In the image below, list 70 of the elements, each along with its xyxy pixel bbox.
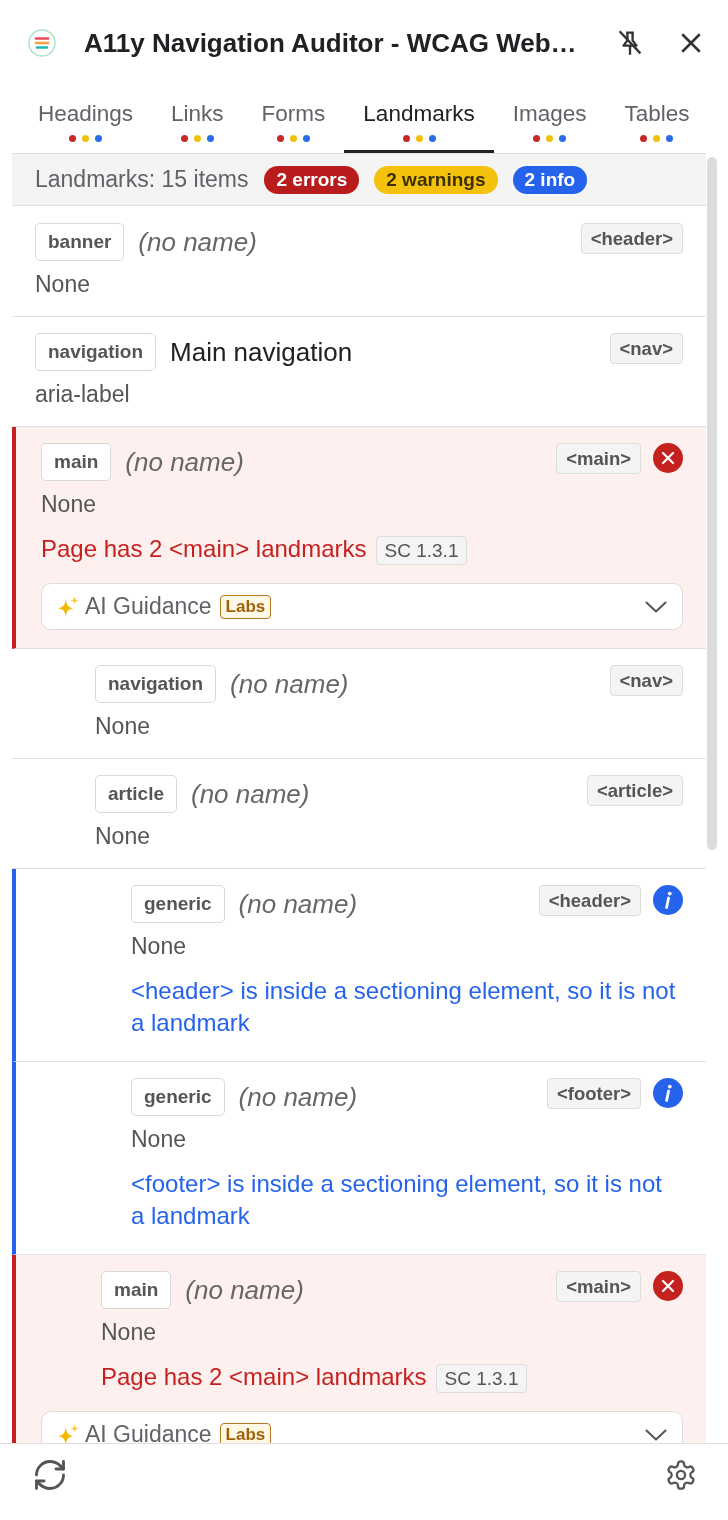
pin-slash-icon[interactable] [618,30,642,56]
name-source: None [101,1318,157,1347]
issue-message: Page has 2 <main> landmarks [41,535,367,562]
landmark-name: (no name) [238,1081,358,1115]
warning-count-badge: 2 warnings [374,165,498,194]
element-tag: <main> [556,443,641,474]
tab[interactable]: Forms [242,86,345,153]
name-source: aria-label [35,380,131,408]
chevron-icon [645,600,667,613]
window-title: A11y Navigation Auditor - WCAG Web… [84,27,578,59]
landmark-row[interactable]: main (no name) <main> None Page has 2 <main> landmarks SC 1.3.1 AI Guidance Labs [12,427,706,650]
ai-guidance-toggle[interactable]: AI Guidance Labs [41,1411,683,1443]
issue-message: Page has 2 <main> landmarks [101,1363,427,1391]
landmark-name: (no name) [238,888,358,922]
landmark-row[interactable]: generic (no name) <header> None <header> is inside a sectioning element, so it is not a landmark [12,869,706,1063]
labs-badge: Labs [219,1422,272,1443]
criterion-tag: SC 1.3.1 [375,536,468,566]
element-tag: <header> [538,885,641,917]
landmark-name: (no name) [185,1274,304,1308]
landmark-name: (no name) [138,226,257,259]
close-icon[interactable] [681,33,701,53]
info-icon [653,1078,683,1109]
tab[interactable]: Images [493,86,606,153]
criterion-tag: SC 1.3.1 [435,1364,528,1394]
element-tag: <nav> [609,665,683,697]
tab[interactable]: Tables [605,86,709,153]
element-tag: <header> [580,223,683,254]
landmark-name: (no name) [230,668,349,702]
issue-message: <footer> is inside a sectioning element, so it is not a landmark [131,1170,662,1230]
settings-icon[interactable] [667,1459,695,1490]
name-source: None [131,1125,187,1154]
landmark-row[interactable]: generic (no name) <footer> None <footer> is inside a sectioning element, so it is not a landmark [12,1062,706,1256]
element-tag: <nav> [609,333,683,364]
ai-guidance-toggle[interactable]: AI Guidance Labs [41,583,683,631]
tab[interactable]: Headings [19,86,153,153]
issue-message: <header> is inside a sectioning element, so it is not a landmark [131,977,676,1037]
name-source: None [131,932,187,961]
landmark-name: Main navigation [170,336,353,369]
element-tag: <main> [556,1271,641,1303]
landmark-row[interactable]: main (no name) <main> None Page has 2 <main> landmarks SC 1.3.1 AI Guidance Labs [12,1255,706,1443]
name-source: None [95,712,151,741]
tab[interactable]: Links [152,86,243,153]
error-icon [653,443,683,473]
role-tag: generic [131,1078,225,1117]
name-source: None [41,490,97,518]
role-tag: banner [35,223,125,261]
sparkles-icon [58,1424,79,1443]
sparkles-icon [58,596,79,618]
role-tag: article [95,775,177,814]
name-source: None [35,270,91,298]
name-source: None [95,822,151,851]
item-count: Landmarks: 15 items [35,166,249,193]
element-tag: <footer> [546,1078,641,1110]
refresh-icon[interactable] [35,1459,65,1490]
info-count-badge: 2 info [512,165,588,194]
labs-badge: Labs [219,594,272,619]
landmark-name: (no name) [125,446,244,479]
role-tag: main [41,443,112,481]
role-tag: main [101,1271,172,1310]
role-tag: generic [131,885,225,924]
role-tag: navigation [95,665,216,704]
role-tag: navigation [35,333,156,371]
element-tag: <article> [586,775,683,807]
app-logo-icon [28,29,56,57]
error-count-badge: 2 errors [264,165,360,194]
scrollbar-thumb[interactable] [707,157,717,850]
chevron-icon [645,1428,667,1441]
error-icon [653,1271,683,1302]
info-icon [653,885,683,916]
landmark-name: (no name) [191,778,310,812]
